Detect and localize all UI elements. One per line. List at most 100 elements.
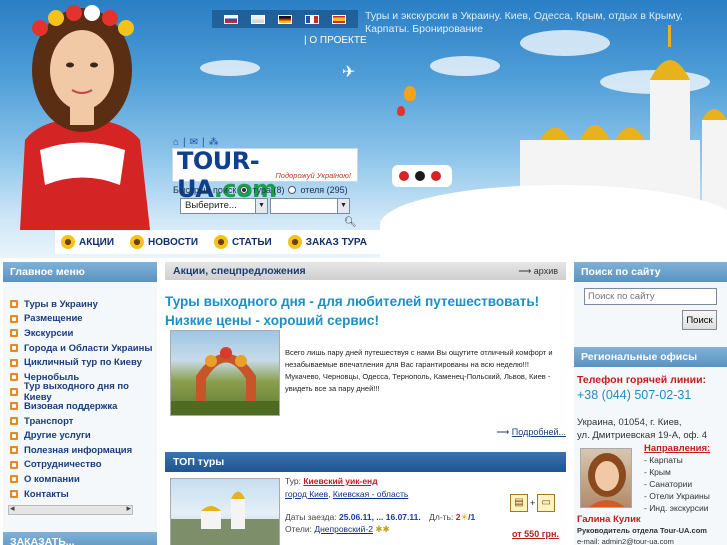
de-flag-icon[interactable] [277,14,292,24]
direction-item[interactable]: - Отели Украины [644,490,710,502]
nav-order-tour[interactable]: ЗАКАЗ ТУРА [287,235,367,249]
tour-region-link[interactable]: Киевская - область [333,489,408,499]
chevron-down-icon: ▼ [255,199,267,213]
promo-text: Всего лишь пару дней путешествуя с нами … [285,348,553,393]
tour-name-line: Тур: Киевский уик-енд [285,476,378,486]
tour-city-link[interactable]: город Киев [285,489,328,499]
direction-item[interactable]: - Инд. экскурсии [644,502,710,514]
tour-price[interactable]: от 550 грн. [512,529,559,539]
menu-item-other-services[interactable]: Другие услуги [3,428,157,443]
arrow-right-icon: ⟶ [496,427,512,437]
airplane-icon: ✈ [342,64,356,81]
quick-search: Быстрый поиск тура (8) отеля (295) [173,185,348,195]
menu-item-contacts[interactable]: Контакты [3,487,157,502]
tour-hotel-link[interactable]: Днепровский-2 [314,524,373,534]
tour-duration-nights: /1 [468,512,476,522]
bus-icon: ▭ [537,494,556,512]
manager-role: Руководитель отдела Tour-UA.com [577,526,707,535]
site-search-input[interactable] [584,288,717,305]
bullet-icon [10,300,18,309]
top-navigation: АКЦИИ НОВОСТИ СТАТЬИ ЗАКАЗ ТУРА [55,230,385,254]
star-icon: ✱✱ [375,524,390,534]
manager-photo [580,448,632,508]
site-search-button[interactable]: Поиск [682,310,717,330]
tour-photo[interactable] [170,478,280,545]
white-hill-decoration [380,185,727,258]
main-menu: Туры в Украину Размещение Экскурсии Горо… [3,282,157,501]
menu-item-about[interactable]: О компании [3,472,157,487]
right-sidebar: Поиск по сайту Поиск Региональные офисы … [574,262,727,545]
site-logo[interactable]: TOUR-UA.com Подорожуй Україною! [172,147,358,203]
quick-search-label: Быстрый поиск [173,185,237,195]
menu-item-excursions[interactable]: Экскурсии [3,326,157,341]
cathedral-illustration [480,20,727,210]
left-sidebar: Главное меню Туры в Украину Размещение Э… [3,262,157,545]
horizontal-scrollbar[interactable] [8,503,133,515]
menu-item-cities[interactable]: Города и Области Украины [3,341,157,356]
main-content: Акции, спецпредложения ⟶ архив Туры выхо… [165,262,566,545]
hotline-label: Телефон горячей линии: [577,374,707,386]
promo-header-title: Акции, спецпредложения [173,265,306,277]
nav-articles[interactable]: СТАТЬИ [214,235,272,249]
menu-item-weekend[interactable]: Тур выходного дня по Киеву [3,381,157,403]
promo-title[interactable]: Туры выходного дня - для любителей путеш… [165,292,566,330]
search-icon[interactable]: 🔍︎ [344,217,357,228]
archive-link[interactable]: ⟶ архив [518,266,558,277]
bullet-icon [10,373,18,382]
radio-hotels-label: отеля (295) [300,185,348,195]
bullet-icon [10,344,18,353]
arrow-right-icon: ⟶ [518,265,534,276]
regional-offices-title: Региональные офисы [574,347,727,367]
quick-search-select-1[interactable]: Выберите... ▼ [180,198,268,214]
tour-hotels-line: Отели: Днепровский-2 ✱✱ [285,524,390,534]
about-project-link[interactable]: | О ПРОЕКТЕ [304,35,367,46]
site-tagline: Туры и экскурсии в Украину. Киев, Одесса… [365,10,683,35]
quick-search-select-2[interactable]: ▼ [270,198,350,214]
more-link[interactable]: ⟶ Подробней... [496,427,566,438]
menu-item-transport[interactable]: Транспорт [3,414,157,429]
direction-item[interactable]: - Санатории [644,478,710,490]
radio-tours-label: тура (8) [252,185,285,195]
menu-item-useful-info[interactable]: Полезная информация [3,443,157,458]
tour-dates: 25.06.11, ... 16.07.11. [338,512,421,522]
language-switcher [212,10,358,28]
ua-flag-icon[interactable] [251,14,266,24]
bullet-icon [10,431,18,440]
es-flag-icon[interactable] [331,14,346,24]
main-menu-title: Главное меню [3,262,157,282]
address-line-1: Украина, 01054, г. Киев, [577,417,682,428]
menu-item-tours[interactable]: Туры в Украину [3,297,157,312]
direction-item[interactable]: - Крым [644,466,710,478]
tour-name-link[interactable]: Киевский уик-енд [303,476,377,486]
chevron-down-icon: ▼ [337,199,349,213]
tour-location-line: город Киев, Киевская - область [285,489,409,499]
nav-actions[interactable]: АКЦИИ [61,235,114,249]
bullet-icon [10,358,18,367]
bullet-icon [10,387,18,396]
balloon-icon [404,86,416,101]
bullet-icon [10,475,18,484]
manager-name: Галина Кулик [577,514,641,525]
logo-slogan: Подорожуй Україною! [275,171,351,180]
embroidery-ribbon [392,165,452,187]
top-tours-header: ТОП туры [165,452,566,472]
fr-flag-icon[interactable] [304,14,319,24]
direction-item[interactable]: - Карпаты [644,454,710,466]
menu-item-cooperation[interactable]: Сотрудничество [3,458,157,473]
order-panel-title: ЗАКАЗАТЬ... [3,532,157,545]
radio-tours[interactable] [240,186,249,194]
ru-flag-icon[interactable] [224,14,239,24]
radio-hotels[interactable] [288,186,297,194]
bullet-icon [10,446,18,455]
tour-dates-line: Даты заезда: 25.06.11, ... 16.07.11. Дл-… [285,512,476,522]
menu-item-kyiv-cycle[interactable]: Цикличный тур по Киеву [3,355,157,370]
manager-email[interactable]: e-mail: admin2@tour-ua.com [577,537,674,545]
select-value: Выберите... [185,200,237,211]
menu-item-accommodation[interactable]: Размещение [3,312,157,327]
nav-news[interactable]: НОВОСТИ [130,235,198,249]
promo-photo[interactable] [170,330,280,416]
site-header: ✈ Туры и экскурсии в Украину. Киев, Одес… [0,0,727,258]
directions-title[interactable]: Направления: [644,443,710,454]
girl-illustration [0,0,165,230]
bullet-icon [10,402,18,411]
